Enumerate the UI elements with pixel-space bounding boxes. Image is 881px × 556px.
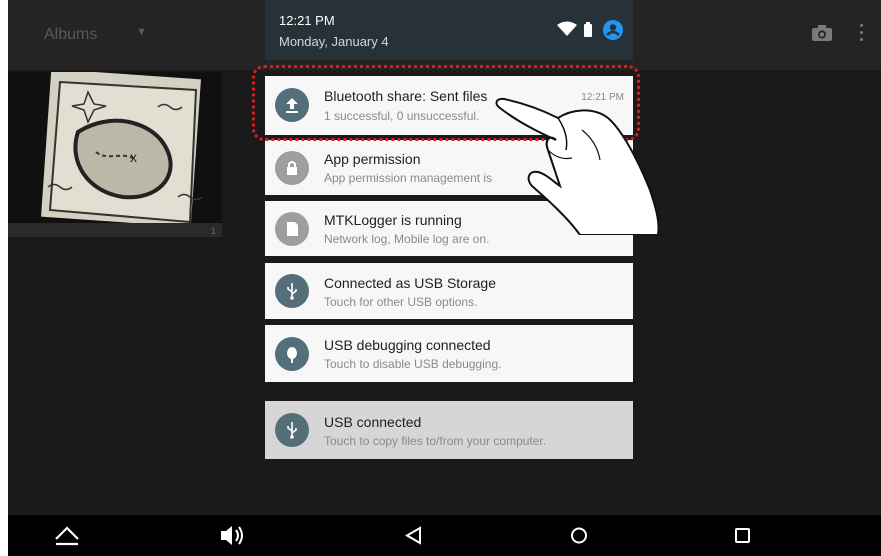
lock-icon — [275, 151, 309, 185]
notification-subtitle: Touch to copy files to/from your compute… — [324, 434, 547, 448]
svg-text:x: x — [130, 149, 137, 165]
overflow-menu-icon[interactable] — [860, 24, 864, 44]
album-label-strip: 1 — [8, 223, 222, 237]
notification-subtitle: Touch for other USB options. — [324, 295, 478, 309]
notification-title: Connected as USB Storage — [324, 275, 496, 291]
back-icon[interactable] — [402, 515, 426, 556]
bug-icon — [275, 337, 309, 371]
tablet-screen: Albums ▼ x 1 12:21 PM Monday, January 4 — [8, 0, 881, 556]
notification-title: App permission — [324, 151, 421, 167]
notification-subtitle: Touch to disable USB debugging. — [324, 357, 502, 371]
usb-icon — [275, 413, 309, 447]
notification-title: USB debugging connected — [324, 337, 491, 353]
notification-usb-storage[interactable]: Connected as USB Storage Touch for other… — [265, 263, 633, 319]
dropdown-caret-icon[interactable]: ▼ — [136, 26, 147, 38]
shade-time: 12:21 PM — [279, 13, 335, 28]
recents-icon[interactable] — [731, 515, 755, 556]
notification-shade-header: 12:21 PM Monday, January 4 — [265, 0, 633, 60]
battery-icon — [584, 22, 592, 37]
android-navigation-bar — [8, 515, 881, 556]
home-icon[interactable] — [567, 515, 591, 556]
notification-subtitle: App permission management is — [324, 171, 493, 185]
notification-subtitle: Network log, Mobile log are on. — [324, 232, 490, 246]
notification-title: USB connected — [324, 414, 422, 430]
camera-icon[interactable] — [812, 25, 832, 41]
album-thumbnail[interactable]: x 1 — [8, 72, 222, 237]
user-avatar-icon — [603, 20, 623, 40]
notification-usb-connected[interactable]: USB connected Touch to copy files to/fro… — [265, 401, 633, 459]
treasure-map-image: x — [41, 72, 203, 228]
collapse-up-icon[interactable] — [52, 515, 82, 556]
wifi-icon — [557, 21, 577, 36]
tap-hand-icon — [495, 97, 660, 235]
status-icons — [557, 20, 623, 40]
album-count: 1 — [210, 226, 216, 236]
shade-date: Monday, January 4 — [279, 34, 389, 49]
document-icon — [275, 212, 309, 246]
notification-title: MTKLogger is running — [324, 212, 462, 228]
albums-dropdown[interactable]: Albums — [44, 26, 97, 44]
volume-icon[interactable] — [218, 515, 246, 556]
notification-usb-debugging[interactable]: USB debugging connected Touch to disable… — [265, 325, 633, 382]
usb-icon — [275, 274, 309, 308]
